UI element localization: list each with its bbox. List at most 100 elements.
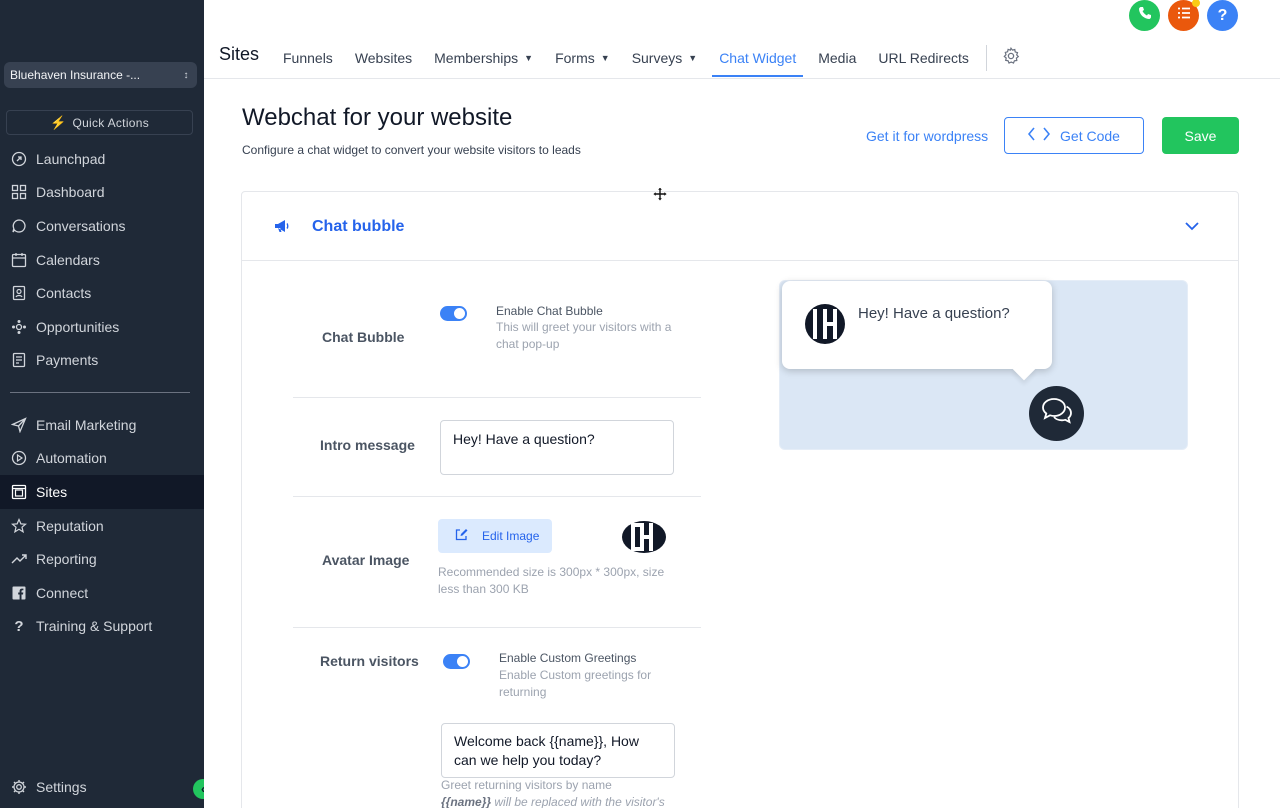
sidebar-item-contacts[interactable]: Contacts — [0, 276, 204, 310]
tab-label: Memberships — [434, 50, 519, 66]
tab-label: Media — [818, 50, 857, 66]
chart-line-icon — [10, 550, 28, 568]
sidebar-divider — [10, 392, 190, 393]
save-button[interactable]: Save — [1162, 117, 1239, 154]
dashboard-icon — [10, 183, 28, 201]
sidebar-item-dashboard[interactable]: Dashboard — [0, 176, 204, 210]
lightning-icon: ⚡ — [49, 114, 67, 130]
sidebar-nav-top: Launchpad Dashboard Conversations Calend… — [0, 142, 204, 377]
launchpad-icon — [10, 150, 28, 168]
chat-bubble-header[interactable]: Chat bubble — [242, 192, 1238, 261]
wordpress-link[interactable]: Get it for wordpress — [866, 128, 988, 144]
notification-dot — [1192, 0, 1200, 7]
sidebar-item-sites[interactable]: Sites — [0, 475, 204, 509]
get-code-label: Get Code — [1060, 127, 1120, 144]
sites-icon — [10, 483, 28, 501]
sites-settings-button[interactable] — [999, 46, 1023, 70]
return-greeting-help: Greet returning visitors by name {{name}… — [441, 777, 681, 808]
row-divider — [293, 627, 701, 628]
sidebar-item-conversations[interactable]: Conversations — [0, 209, 204, 243]
tab-surveys[interactable]: Surveys ▼ — [621, 40, 709, 76]
tab-label: Surveys — [631, 50, 683, 66]
sidebar-item-settings[interactable]: Settings — [0, 770, 204, 803]
sidebar-item-reputation[interactable]: Reputation — [0, 509, 204, 543]
contacts-icon — [10, 284, 28, 302]
get-code-button[interactable]: Get Code — [1004, 117, 1144, 154]
send-icon — [10, 416, 28, 434]
sidebar-item-opportunities[interactable]: Opportunities — [0, 310, 204, 344]
avatar-image-label: Avatar Image — [322, 552, 410, 568]
sidebar-item-label: Launchpad — [36, 150, 106, 167]
tab-label: Forms — [555, 50, 595, 66]
settings-label: Settings — [36, 778, 87, 795]
phone-button[interactable] — [1129, 0, 1160, 31]
return-greeting-input[interactable]: Welcome back {{name}}, How can we help y… — [441, 723, 675, 778]
tab-media[interactable]: Media — [807, 40, 867, 76]
sidebar-item-label: Contacts — [36, 285, 92, 302]
sidebar-item-training-support[interactable]: ? Training & Support — [0, 610, 204, 644]
tab-label: URL Redirects — [878, 50, 969, 66]
question-icon: ? — [14, 617, 24, 635]
chat-bubble-card: Chat bubble Chat Bubble Enable Chat Bubb… — [241, 191, 1239, 808]
tab-label: Websites — [354, 50, 413, 66]
sidebar-item-label: Automation — [36, 450, 107, 467]
move-cursor-icon — [652, 186, 668, 202]
sidebar-item-label: Reporting — [36, 551, 97, 568]
tab-websites[interactable]: Websites — [344, 40, 423, 76]
tab-url-redirects[interactable]: URL Redirects — [867, 40, 980, 76]
chevron-down-icon[interactable] — [1182, 216, 1202, 236]
gear-icon — [1002, 46, 1020, 70]
sidebar-item-reporting[interactable]: Reporting — [0, 542, 204, 576]
section-title: Chat bubble — [312, 218, 405, 235]
sidebar-item-label: Conversations — [36, 217, 126, 234]
sidebar-item-label: Training & Support — [36, 618, 153, 635]
return-visitors-toggle-desc: Enable Custom greetings for returning — [499, 668, 652, 699]
tab-label: Funnels — [283, 50, 333, 66]
avatar-size-hint: Recommended size is 300px * 300px, size … — [438, 565, 665, 596]
edit-image-button[interactable]: Edit Image — [438, 519, 552, 553]
row-divider — [293, 496, 701, 497]
automation-icon — [10, 449, 28, 467]
help-button[interactable]: ? — [1207, 0, 1238, 31]
tab-funnels[interactable]: Funnels — [272, 40, 344, 76]
quick-actions-button[interactable]: ⚡ Quick Actions — [6, 110, 193, 135]
page-subtitle: Configure a chat widget to convert your … — [242, 143, 581, 157]
name-token: {{name}} — [441, 795, 492, 808]
sort-icon: ↕ — [183, 69, 189, 81]
sidebar-item-label: Email Marketing — [36, 416, 137, 433]
star-icon — [10, 517, 28, 535]
notifications-button[interactable] — [1168, 0, 1200, 31]
intro-message-input[interactable]: Hey! Have a question? — [440, 420, 674, 475]
sidebar-item-launchpad[interactable]: Launchpad — [0, 142, 204, 176]
chat-bubbles-icon — [1041, 396, 1073, 431]
account-name: Bluehaven Insurance -... — [10, 68, 141, 82]
chevron-down-icon: ▼ — [600, 53, 610, 63]
tab-divider — [985, 45, 987, 71]
main-content: Webchat for your website Configure a cha… — [204, 80, 1280, 808]
avatar-logo-image — [620, 520, 668, 554]
tab-label: Chat Widget — [719, 50, 797, 66]
account-switcher[interactable]: Bluehaven Insurance -... ↕ — [4, 62, 197, 88]
sidebar-item-connect[interactable]: Connect — [0, 576, 204, 610]
chat-bubble-toggle[interactable] — [440, 306, 467, 321]
preview-message: Hey! Have a question? — [858, 305, 1010, 322]
sidebar-item-calendars[interactable]: Calendars — [0, 243, 204, 277]
sidebar-item-label: Dashboard — [36, 184, 105, 201]
sidebar-item-label: Reputation — [36, 517, 104, 534]
return-greeting-help-line1: Greet returning visitors by name — [441, 778, 612, 792]
page-title: Webchat for your website — [242, 104, 513, 131]
sidebar-item-label: Connect — [36, 584, 89, 601]
tab-forms[interactable]: Forms ▼ — [544, 40, 621, 76]
conversations-icon — [10, 217, 28, 235]
return-greeting-help-suffix: will be replaced with the visitor's — [491, 795, 665, 808]
chevron-down-icon: ▼ — [524, 53, 534, 63]
sidebar-item-label: Sites — [36, 483, 68, 500]
tab-chat-widget[interactable]: Chat Widget — [708, 40, 807, 77]
tab-memberships[interactable]: Memberships ▼ — [423, 40, 544, 76]
return-visitors-toggle[interactable] — [443, 654, 470, 669]
return-visitors-label: Return visitors — [320, 653, 419, 669]
sidebar-item-email-marketing[interactable]: Email Marketing — [0, 408, 204, 442]
chevron-down-icon: ▼ — [688, 53, 698, 63]
sidebar-item-automation[interactable]: Automation — [0, 442, 204, 476]
sidebar-item-payments[interactable]: Payments — [0, 344, 204, 378]
